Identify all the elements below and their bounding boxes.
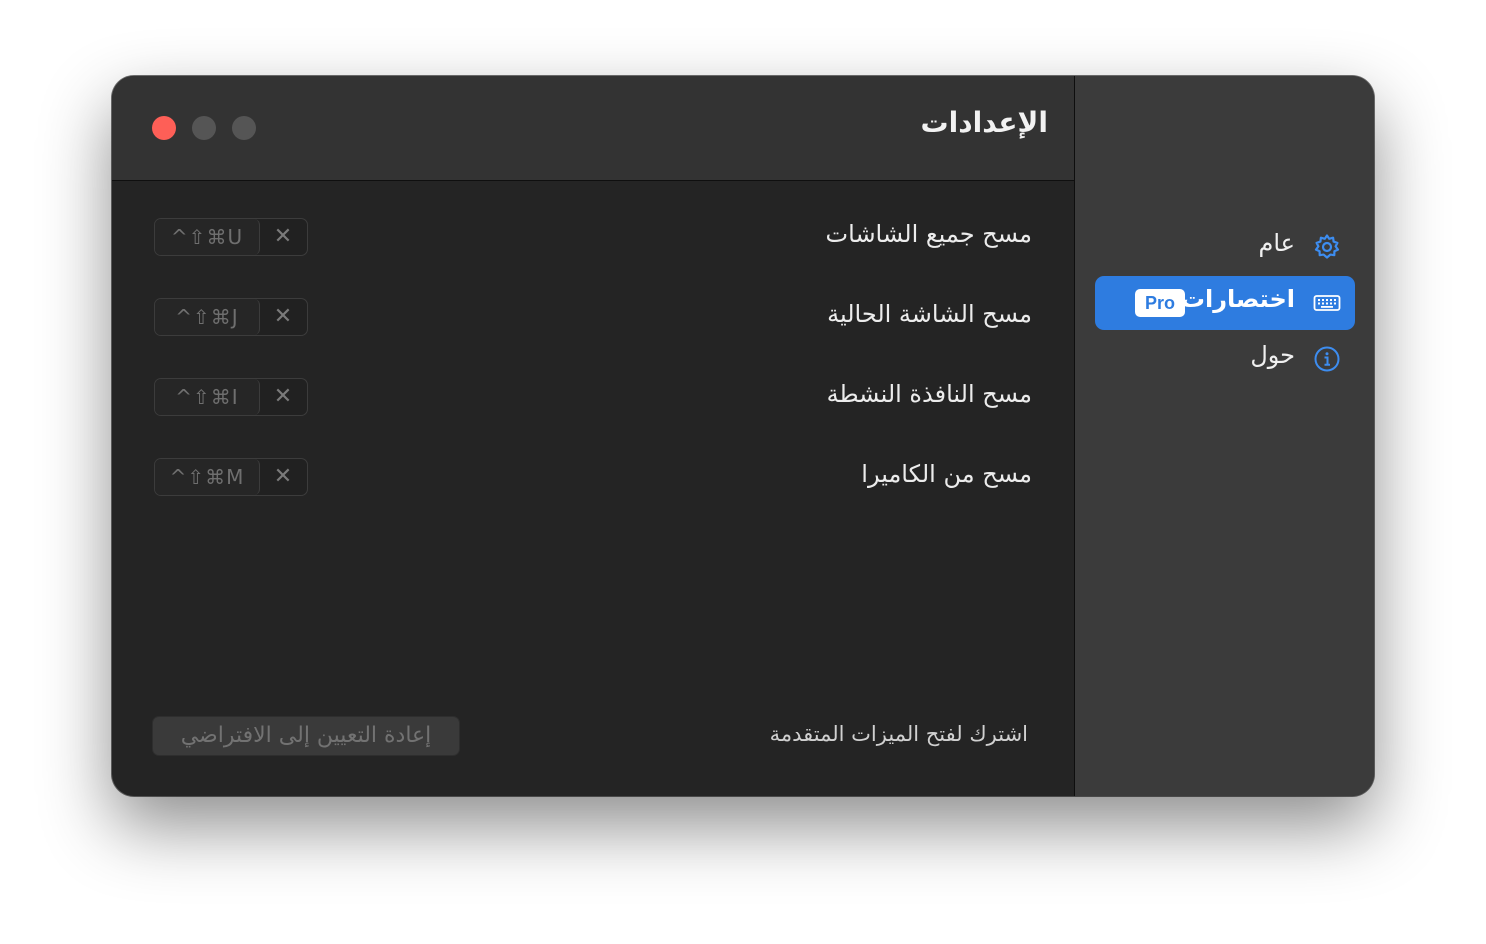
titlebar: الإعدادات — [112, 76, 1074, 181]
shortcut-label: مسح النافذة النشطة — [826, 380, 1032, 408]
sidebar-item-shortcuts[interactable]: اختصارات Pro — [1095, 276, 1355, 330]
gear-icon — [1314, 234, 1340, 259]
shortcut-recorder[interactable]: ^⇧⌘M ✕ — [154, 458, 308, 496]
sidebar-item-label: عام — [1258, 229, 1296, 257]
pro-badge: Pro — [1135, 289, 1185, 317]
shortcut-label: مسح الشاشة الحالية — [827, 300, 1032, 328]
shortcut-label: مسح جميع الشاشات — [825, 220, 1032, 248]
main-pane: الإعدادات مسح جميع الشاشات ^⇧⌘U ✕ مسح ال… — [112, 76, 1074, 796]
clear-shortcut-icon[interactable]: ✕ — [259, 219, 307, 255]
shortcut-recorder[interactable]: ^⇧⌘J ✕ — [154, 298, 308, 336]
window-title: الإعدادات — [920, 106, 1048, 139]
shortcut-label: مسح من الكاميرا — [861, 460, 1032, 488]
minimize-window-button[interactable] — [192, 116, 216, 140]
shortcut-row: مسح جميع الشاشات ^⇧⌘U ✕ — [112, 218, 1074, 258]
subscribe-link[interactable]: اشترك لفتح الميزات المتقدمة — [770, 722, 1028, 746]
clear-shortcut-icon[interactable]: ✕ — [259, 299, 307, 335]
shortcut-recorder[interactable]: ^⇧⌘U ✕ — [154, 218, 308, 256]
zoom-window-button[interactable] — [232, 116, 256, 140]
clear-shortcut-icon[interactable]: ✕ — [259, 459, 307, 495]
shortcut-row: مسح النافذة النشطة ^⇧⌘I ✕ — [112, 378, 1074, 418]
clear-shortcut-icon[interactable]: ✕ — [259, 379, 307, 415]
shortcut-keys[interactable]: ^⇧⌘J — [155, 299, 260, 335]
close-window-button[interactable] — [152, 116, 176, 140]
shortcut-keys[interactable]: ^⇧⌘M — [155, 459, 260, 495]
shortcut-keys[interactable]: ^⇧⌘U — [155, 219, 260, 255]
reset-defaults-button[interactable]: إعادة التعيين إلى الافتراضي — [152, 716, 460, 756]
keyboard-icon — [1313, 295, 1341, 311]
shortcut-row: مسح من الكاميرا ^⇧⌘M ✕ — [112, 458, 1074, 498]
info-icon — [1314, 346, 1340, 372]
shortcut-row: مسح الشاشة الحالية ^⇧⌘J ✕ — [112, 298, 1074, 338]
sidebar-item-about[interactable]: حول — [1095, 332, 1355, 386]
sidebar-item-label: حول — [1250, 341, 1295, 369]
sidebar: عام اختصارات Pro حول — [1074, 76, 1374, 796]
shortcut-recorder[interactable]: ^⇧⌘I ✕ — [154, 378, 308, 416]
sidebar-item-general[interactable]: عام — [1095, 220, 1355, 274]
sidebar-item-label: اختصارات — [1180, 285, 1295, 313]
shortcut-keys[interactable]: ^⇧⌘I — [155, 379, 260, 415]
settings-window: الإعدادات مسح جميع الشاشات ^⇧⌘U ✕ مسح ال… — [112, 76, 1374, 796]
